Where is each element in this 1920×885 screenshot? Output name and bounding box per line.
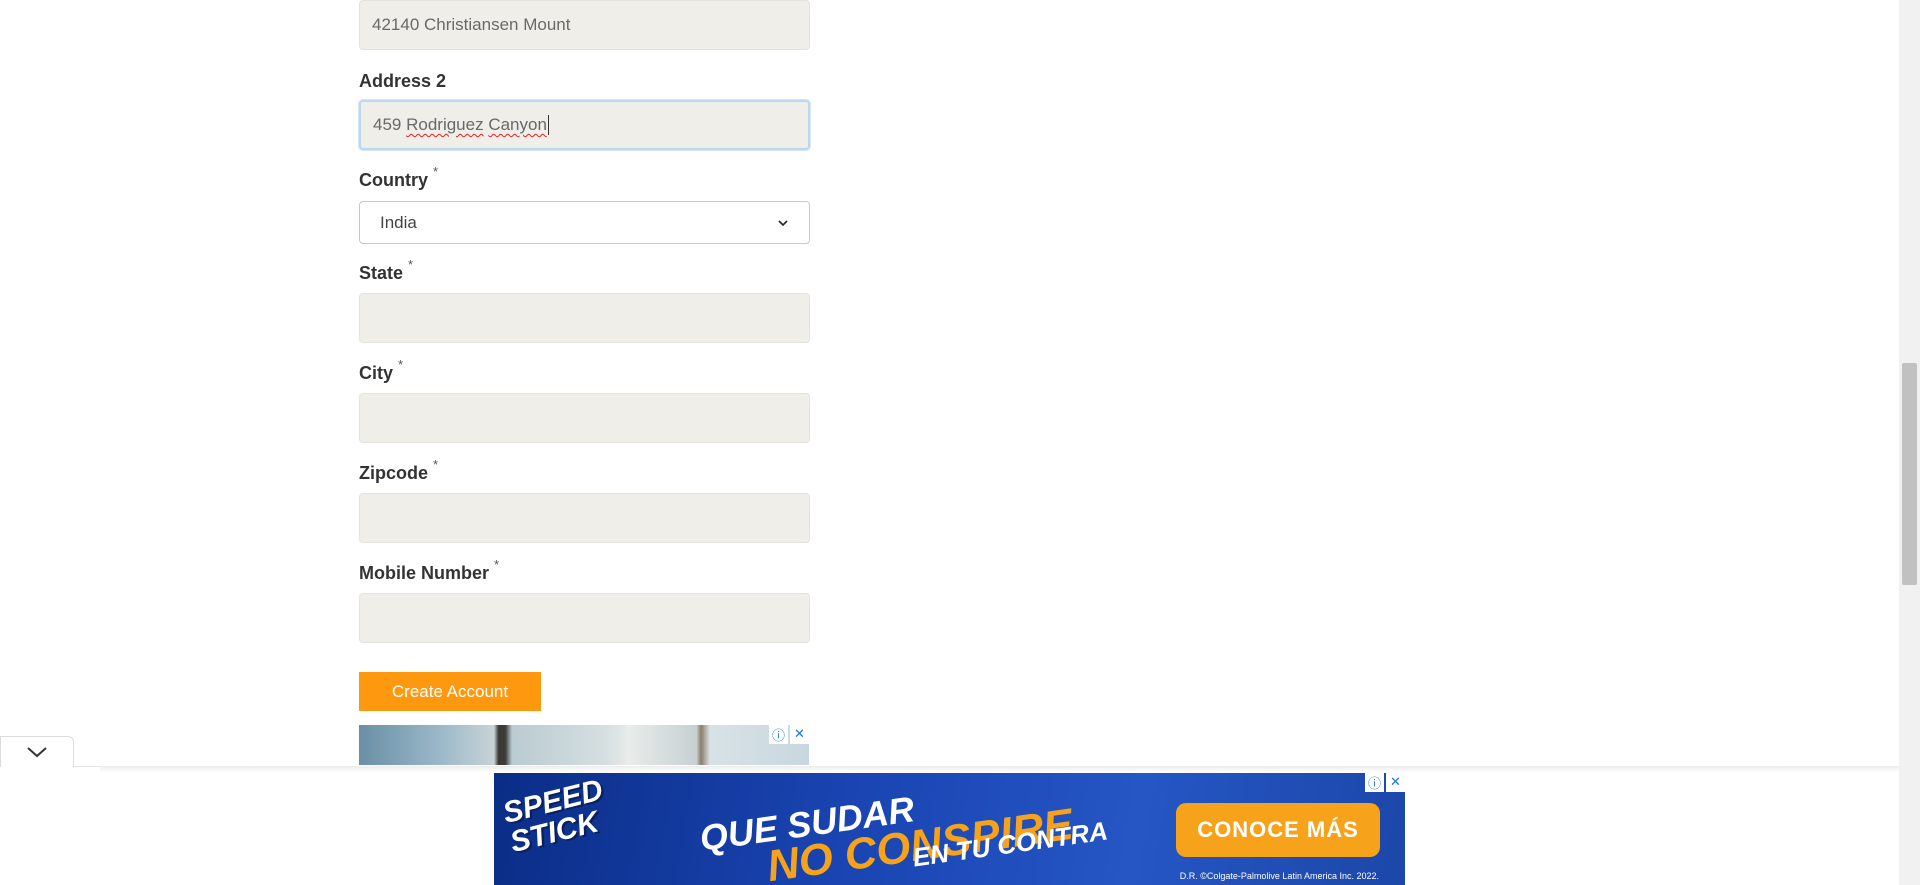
- ad-info-icon[interactable]: ⓘ: [769, 725, 788, 744]
- create-account-button[interactable]: Create Account: [359, 672, 541, 711]
- address1-field[interactable]: 42140 Christiansen Mount: [359, 0, 810, 50]
- mobile-label: Mobile Number *: [359, 557, 500, 583]
- city-field[interactable]: [359, 393, 810, 443]
- required-mark: *: [398, 357, 404, 372]
- ad-close-icon[interactable]: ✕: [1386, 773, 1405, 792]
- required-mark: *: [408, 257, 414, 272]
- country-select[interactable]: India: [359, 201, 810, 244]
- state-label: State *: [359, 257, 414, 283]
- brand-logo: SPEED STICK: [499, 773, 607, 860]
- required-mark: *: [433, 457, 439, 472]
- required-mark: *: [433, 164, 439, 179]
- city-label: City *: [359, 357, 404, 383]
- anchor-ad-collapse-tab[interactable]: [0, 736, 74, 767]
- text-caret: [547, 115, 549, 135]
- address1-value: 42140 Christiansen Mount: [372, 15, 571, 34]
- ad-cta-button[interactable]: CONOCE MÁS: [1176, 803, 1380, 857]
- country-selected-value: India: [380, 212, 417, 232]
- anchor-ad-banner[interactable]: SPEED STICK QUE SUDAR NO CONSPIRE EN TU …: [494, 773, 1405, 885]
- vertical-scrollbar[interactable]: [1899, 0, 1920, 885]
- inline-ad-controls: ⓘ ✕: [769, 725, 809, 744]
- address2-value: 459 Rodriguez Canyon: [373, 115, 547, 134]
- ad-legal-text: D.R. ©Colgate-Palmolive Latin America In…: [1179, 871, 1379, 881]
- address2-label: Address 2: [359, 71, 447, 91]
- mobile-field[interactable]: [359, 593, 810, 643]
- page: 42140 Christiansen Mount Address 2 459 R…: [0, 0, 1920, 885]
- zipcode-field[interactable]: [359, 493, 810, 543]
- address2-field[interactable]: 459 Rodriguez Canyon: [359, 100, 810, 150]
- chevron-down-icon: [27, 747, 47, 758]
- anchor-ad-controls: ⓘ ✕: [1365, 773, 1405, 792]
- zipcode-label: Zipcode *: [359, 457, 439, 483]
- ad-info-icon[interactable]: ⓘ: [1365, 773, 1384, 792]
- anchor-ad-shadow: [100, 766, 1899, 772]
- ad-close-icon[interactable]: ✕: [790, 725, 809, 744]
- scrollbar-thumb[interactable]: [1902, 363, 1917, 585]
- required-mark: *: [494, 557, 500, 572]
- inline-ad[interactable]: ⓘ ✕: [359, 725, 809, 765]
- country-label: Country *: [359, 164, 439, 190]
- chevron-down-icon: [778, 219, 788, 226]
- state-field[interactable]: [359, 293, 810, 343]
